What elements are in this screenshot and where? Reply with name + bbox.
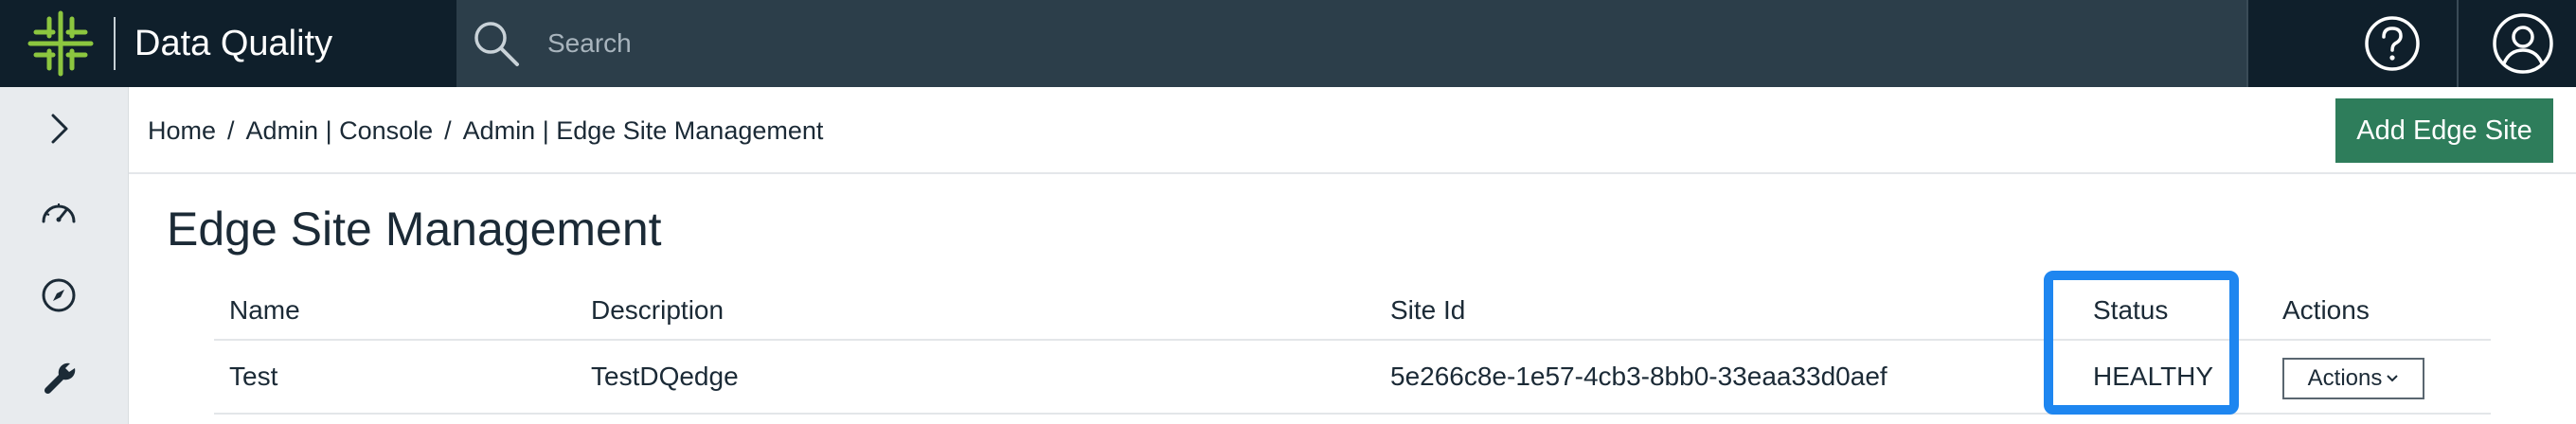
cell-description: TestDQedge: [591, 362, 739, 391]
logo-icon[interactable]: [27, 9, 95, 78]
header-separator: [2457, 0, 2459, 87]
chevron-down-icon: [2387, 375, 2399, 382]
brand-divider: [114, 17, 116, 70]
compass-icon[interactable]: [36, 273, 81, 318]
cell-name: Test: [229, 362, 278, 391]
user-circle-icon[interactable]: [2491, 11, 2555, 76]
help-circle-icon[interactable]: [2362, 13, 2423, 74]
breadcrumb: Home / Admin | Console / Admin | Edge Site M…: [148, 112, 823, 150]
wrench-icon[interactable]: [36, 356, 81, 401]
search-bar[interactable]: [456, 0, 2246, 87]
breadcrumb-admin-console[interactable]: Admin | Console: [246, 116, 434, 145]
breadcrumb-bar: Home / Admin | Console / Admin | Edge Site M…: [129, 87, 2576, 174]
column-header-actions: Actions: [2282, 295, 2370, 325]
actions-dropdown-button[interactable]: Actions: [2282, 358, 2424, 399]
column-header-description[interactable]: Description: [591, 292, 724, 329]
add-edge-site-button[interactable]: Add Edge Site: [2335, 98, 2553, 163]
breadcrumb-home[interactable]: Home: [148, 116, 216, 145]
page-title: Edge Site Management: [167, 203, 662, 256]
cell-site-id: 5e266c8e-1e57-4cb3-8bb0-33eaa33d0aef: [1390, 362, 1887, 391]
top-header: Data Quality: [0, 0, 2576, 87]
app-title: Data Quality: [134, 24, 333, 63]
breadcrumb-separator: /: [444, 116, 452, 145]
actions-label: Actions: [2307, 365, 2383, 391]
breadcrumb-current: Admin | Edge Site Management: [462, 116, 824, 145]
column-header-site-id[interactable]: Site Id: [1390, 292, 1465, 329]
status-column-highlight: [2044, 271, 2239, 415]
search-input[interactable]: [547, 21, 2157, 66]
column-header-name[interactable]: Name: [229, 292, 300, 329]
sidebar: [0, 87, 129, 424]
header-separator: [2246, 0, 2248, 87]
chevron-right-icon[interactable]: [36, 106, 81, 151]
search-icon: [474, 22, 519, 66]
breadcrumb-separator: /: [227, 116, 235, 145]
gauge-icon[interactable]: [36, 191, 81, 237]
